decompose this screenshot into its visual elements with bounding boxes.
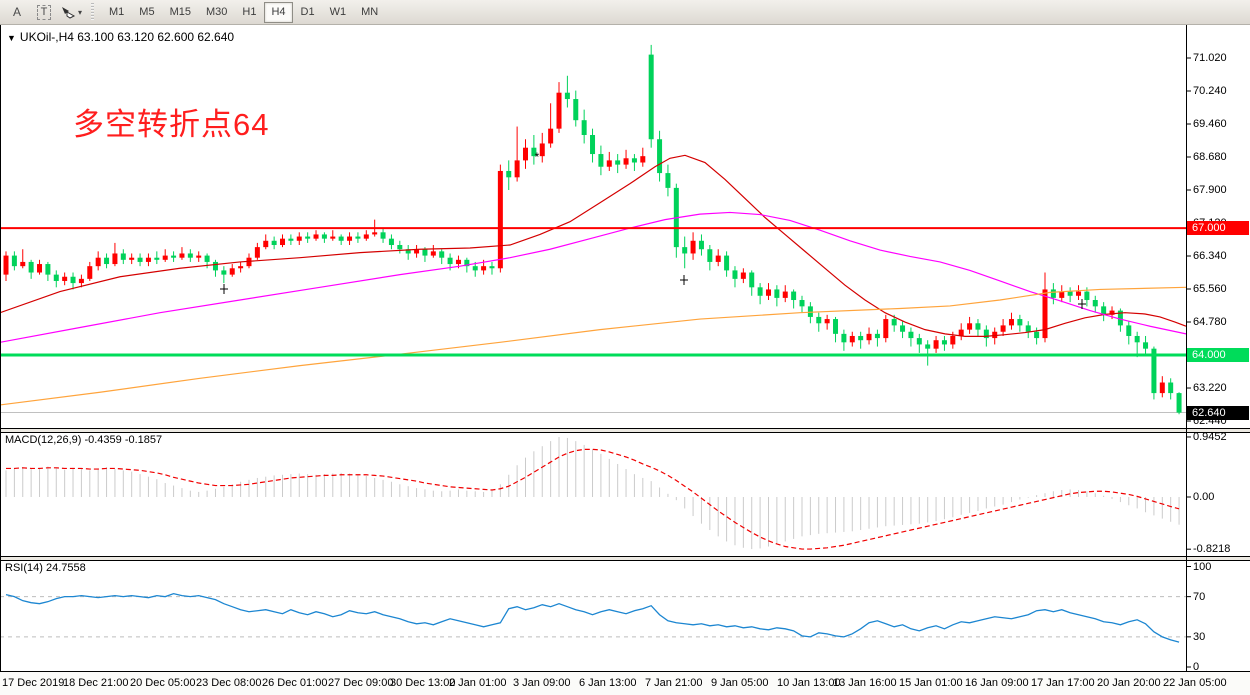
arrows-tool-icon bbox=[60, 5, 76, 19]
axis-tick-label: 63.220 bbox=[1193, 382, 1227, 394]
time-tick-label: 13 Jan 16:00 bbox=[833, 677, 897, 689]
time-tick-label: 26 Dec 01:00 bbox=[262, 677, 327, 689]
timeframe-button-h4[interactable]: H4 bbox=[264, 2, 292, 23]
timeframe-button-d1[interactable]: D1 bbox=[294, 2, 322, 23]
timeframe-button-m5[interactable]: M5 bbox=[132, 2, 161, 23]
toolbar-grip[interactable] bbox=[89, 3, 97, 21]
time-tick-label: 20 Dec 05:00 bbox=[130, 677, 195, 689]
dropdown-caret-icon: ▾ bbox=[78, 8, 82, 17]
axis-tick-label: 71.020 bbox=[1193, 52, 1227, 64]
time-tick-label: 27 Dec 09:00 bbox=[328, 677, 393, 689]
time-tick-label: 16 Jan 09:00 bbox=[965, 677, 1029, 689]
svg-text:*: * bbox=[535, 150, 540, 164]
time-scale[interactable]: 17 Dec 201918 Dec 21:0020 Dec 05:0023 De… bbox=[0, 672, 1250, 695]
time-tick-label: 2 Jan 01:00 bbox=[449, 677, 507, 689]
axis-tick-label: 0.00 bbox=[1193, 491, 1214, 503]
symbol-title: ▼ UKOil-,H4 63.100 63.120 62.600 62.640 bbox=[7, 30, 234, 44]
toolbar: AT ▾ M1M5M15M30H1H4D1W1MN bbox=[0, 0, 1250, 25]
axis-tick-label: 30 bbox=[1193, 631, 1205, 643]
time-tick-label: 23 Dec 08:00 bbox=[196, 677, 261, 689]
axis-tick-label: 66.340 bbox=[1193, 250, 1227, 262]
timeframe-button-m30[interactable]: M30 bbox=[199, 2, 234, 23]
timeframe-button-m1[interactable]: M1 bbox=[102, 2, 131, 23]
price-level-label: 67.000 bbox=[1187, 221, 1249, 235]
time-tick-label: 7 Jan 21:00 bbox=[645, 677, 703, 689]
chart-collapse-icon[interactable]: ▼ bbox=[7, 33, 16, 43]
axis-tick-label: 68.680 bbox=[1193, 151, 1227, 163]
time-tick-label: 18 Dec 21:00 bbox=[63, 677, 128, 689]
timeframe-button-h1[interactable]: H1 bbox=[235, 2, 263, 23]
axis-tick-label: -0.8218 bbox=[1193, 543, 1230, 555]
font-tool-button[interactable]: A bbox=[5, 1, 29, 23]
axis-tick-label: 0.9452 bbox=[1193, 431, 1227, 443]
symbol-ohlc-text: UKOil-,H4 63.100 63.120 62.600 62.640 bbox=[20, 30, 234, 44]
chart-annotation-text: 多空转折点64 bbox=[73, 99, 269, 144]
arrows-tool-button[interactable]: ▾ bbox=[59, 1, 83, 23]
time-tick-label: 3 Jan 09:00 bbox=[513, 677, 571, 689]
time-tick-label: 10 Jan 13:00 bbox=[777, 677, 841, 689]
time-tick-label: 20 Jan 20:00 bbox=[1097, 677, 1161, 689]
axis-tick-label: 100 bbox=[1193, 561, 1211, 573]
macd-indicator-label: MACD(12,26,9) -0.4359 -0.1857 bbox=[5, 434, 162, 446]
object-tools: AT ▾ bbox=[5, 1, 86, 23]
time-tick-label: 22 Jan 05:00 bbox=[1163, 677, 1227, 689]
axis-tick-label: 65.560 bbox=[1193, 283, 1227, 295]
time-tick-label: 17 Jan 17:00 bbox=[1031, 677, 1095, 689]
price-scale[interactable]: 71.02070.24069.46068.68067.90067.12066.3… bbox=[1187, 25, 1250, 672]
timeframe-button-w1[interactable]: W1 bbox=[323, 2, 354, 23]
axis-tick-label: 64.780 bbox=[1193, 316, 1227, 328]
time-tick-label: 30 Dec 13:00 bbox=[390, 677, 455, 689]
price-level-label: 64.000 bbox=[1187, 348, 1249, 362]
time-tick-label: 17 Dec 2019 bbox=[2, 677, 64, 689]
price-level-label: 62.640 bbox=[1187, 406, 1249, 420]
time-tick-label: 9 Jan 05:00 bbox=[711, 677, 769, 689]
mt4-window: AT ▾ M1M5M15M30H1H4D1W1MN * ▼ UKOil-,H4 63… bbox=[0, 0, 1250, 695]
timeframe-button-mn[interactable]: MN bbox=[354, 2, 385, 23]
rsi-indicator-label: RSI(14) 24.7558 bbox=[5, 562, 86, 574]
time-tick-label: 6 Jan 13:00 bbox=[579, 677, 637, 689]
time-tick-label: 15 Jan 01:00 bbox=[899, 677, 963, 689]
axis-tick-label: 69.460 bbox=[1193, 118, 1227, 130]
axis-tick-label: 70 bbox=[1193, 591, 1205, 603]
text-tool-icon: T bbox=[37, 5, 52, 20]
axis-tick-label: 70.240 bbox=[1193, 85, 1227, 97]
axis-tick-label: 67.900 bbox=[1193, 184, 1227, 196]
timeframe-button-m15[interactable]: M15 bbox=[163, 2, 198, 23]
timeframe-bar: M1M5M15M30H1H4D1W1MN bbox=[102, 2, 386, 23]
text-tool-button[interactable]: T bbox=[32, 1, 56, 23]
